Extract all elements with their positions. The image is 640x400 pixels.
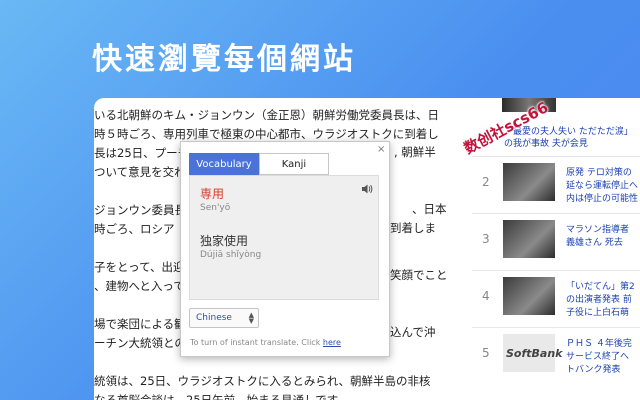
source-reading: Sen'yō [200,203,231,213]
tab-vocabulary[interactable]: Vocabulary [189,153,259,175]
news-thumbnail[interactable]: SoftBank [503,334,562,372]
chevron-updown-icon: ▲ ▼ [248,311,254,325]
rank-number: 5 [482,346,490,360]
news-link-line[interactable]: トバンク発表 [566,362,620,375]
translate-popup: × Vocabulary Kanji 専用 Sen'yō 独家使用 Dújiā … [180,141,390,357]
news-link-line[interactable]: 原発 テロ対策の [566,165,632,178]
translated-pinyin: Dújiā shǐyòng [200,250,262,260]
here-link[interactable]: here [323,338,341,347]
language-select[interactable]: Chinese ▲ ▼ [189,308,259,328]
article-fragment: 、日本 [412,202,447,216]
news-link-line[interactable]: 「いだてん」第2 [566,279,635,292]
rank-number: 4 [482,289,490,303]
article-fragment: , 朝鮮半 [394,145,436,159]
article-fragment: 到着しま [390,221,436,235]
translated-word: 独家使用 [200,234,249,248]
news-link-line[interactable]: ＰＨＳ ４年後完 [566,336,632,349]
tab-kanji[interactable]: Kanji [259,153,329,175]
softbank-logo-text: SoftBank [506,347,563,360]
popup-tabs: Vocabulary Kanji [189,153,329,175]
news-link-line[interactable]: 延なら運転停止へ [566,178,638,191]
news-link-line[interactable]: 子役に上白石萌 [566,305,629,318]
news-link-line[interactable]: 義雄さん 死去 [566,235,623,248]
close-icon[interactable]: × [377,144,385,155]
source-word: 専用 [200,187,225,201]
language-select-value: Chinese [196,313,232,323]
news-link-line[interactable]: マラソン指導者 [566,222,629,235]
page-headline: 快速瀏覽每個網站 [92,42,356,77]
article-fragment: 込んで沖 [390,325,436,339]
news-thumbnail[interactable] [503,277,555,315]
news-thumbnail[interactable] [503,220,555,258]
article-paragraph-5: 統領は、25日、ウラジオストクに入るとみられ、朝鮮半島の非核 なる首脳会談は、2… [94,374,431,400]
article-fragment: 笑顔でこと [390,268,448,282]
news-item[interactable]: 3 マラソン指導者 義雄さん 死去 [472,213,640,270]
instant-translate-note: To turn of instant translate. Click here [190,338,341,347]
rank-number: 3 [482,232,490,246]
speaker-icon[interactable] [362,184,373,197]
news-item[interactable]: 5 SoftBank ＰＨＳ ４年後完 サービス終了へ トバンク発表 [472,327,640,384]
news-item[interactable]: 4 「いだてん」第2 の出演者発表 前 子役に上白石萌 [472,270,640,327]
news-link-line[interactable]: サービス終了へ [566,349,629,362]
news-link-line[interactable]: 内は停止の可能性 [566,191,638,204]
translation-result-panel: 専用 Sen'yō 独家使用 Dújiā shǐyòng [189,175,379,300]
rank-number: 2 [482,175,490,189]
news-link-line[interactable]: の出演者発表 前 [566,292,632,305]
news-item[interactable]: 2 原発 テロ対策の 延なら運転停止へ 内は停止の可能性 [472,156,640,213]
news-thumbnail[interactable] [503,163,555,201]
news-link-line[interactable]: の我が事故 夫が会見 [504,136,588,149]
